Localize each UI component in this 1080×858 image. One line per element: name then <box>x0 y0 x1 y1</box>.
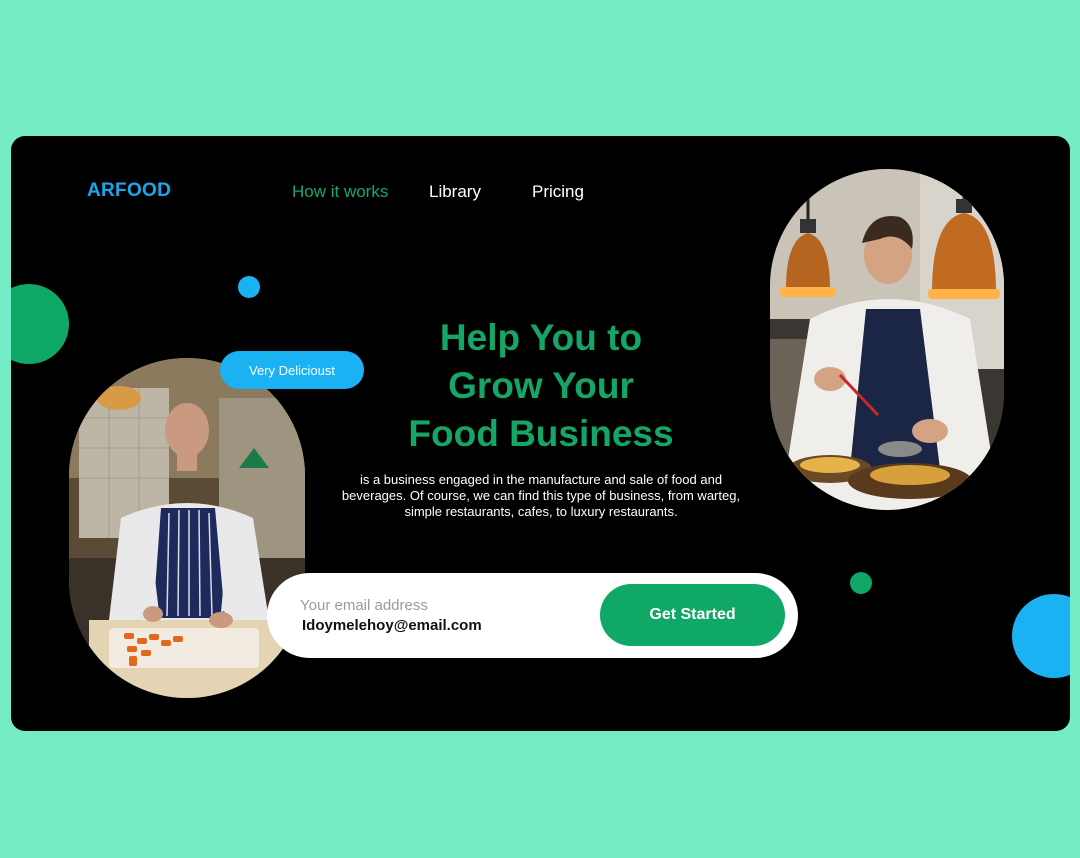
decor-circle-blue <box>1012 594 1070 678</box>
chef-cutting-photo <box>69 358 305 698</box>
hero-line-1: Help You to <box>439 317 643 358</box>
brand-logo[interactable]: ARFOOD <box>87 180 171 202</box>
nav-library[interactable]: Library <box>429 182 481 202</box>
nav-pricing[interactable]: Pricing <box>532 182 584 202</box>
hero-title: Help You to Grow Your Food Business <box>341 314 741 458</box>
decor-circle-green <box>11 284 69 364</box>
chef-plating-photo <box>770 169 1004 510</box>
nav-how-it-works[interactable]: How it works <box>292 182 388 202</box>
email-input[interactable] <box>302 617 562 634</box>
landing-card: ARFOOD How it works Library Pricing Very… <box>11 136 1070 731</box>
hero-description: is a business engaged in the manufacture… <box>341 472 741 519</box>
email-label: Your email address <box>300 597 428 614</box>
decor-dot-green <box>850 572 872 594</box>
decor-dot-blue <box>238 276 260 298</box>
hero-line-2: Grow Your <box>448 365 634 406</box>
email-signup-bar: Your email address Get Started <box>267 573 798 658</box>
get-started-button[interactable]: Get Started <box>600 584 785 646</box>
hero-line-3: Food Business <box>408 413 674 454</box>
